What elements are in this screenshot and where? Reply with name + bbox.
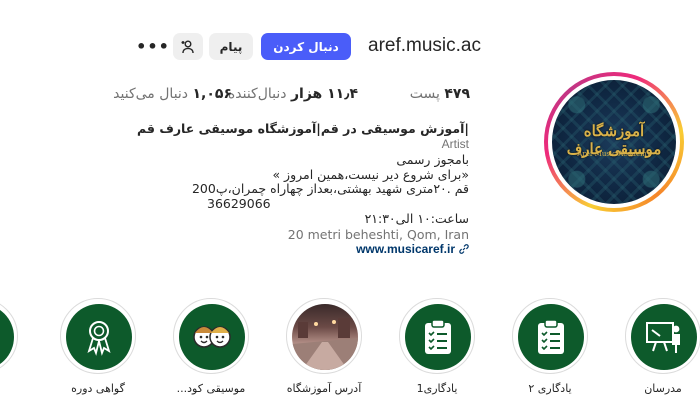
avatar-image: آموزشگاه موسیقی عارف Aref Music Academy xyxy=(552,80,676,204)
followers-count: ۱۱٫۴ هزار xyxy=(290,86,358,102)
bio-name: |آموزش موسیقی در قم|آموزشگاه موسیقی عارف… xyxy=(136,121,469,136)
bio-line: قم .۲۰متری شهید بهشتی،بعداز چهاراه چمران… xyxy=(191,181,469,196)
message-button[interactable]: پیام xyxy=(209,33,253,60)
followers-stat[interactable]: ۱۱٫۴ هزار دنبال‌کننده xyxy=(228,86,358,102)
bio-line: ساعت:۱۰ الی۲۱:۳۰ xyxy=(364,211,469,226)
bio-link[interactable]: www.musicaref.ir xyxy=(356,242,469,256)
following-label: دنبال می‌کنید xyxy=(113,86,189,102)
add-person-icon xyxy=(181,40,194,53)
bio-location[interactable]: 20 metri beheshti, Qom, Iran xyxy=(288,227,469,242)
clipboard-icon xyxy=(425,319,451,354)
posts-count: ۴۷۹ xyxy=(444,86,470,102)
posts-stat[interactable]: ۴۷۹ پست xyxy=(410,86,470,102)
profile-avatar[interactable]: آموزشگاه موسیقی عارف Aref Music Academy xyxy=(544,72,684,212)
bio-category: Artist xyxy=(441,137,469,151)
following-stat[interactable]: ۱,۰۵۶ دنبال می‌کنید xyxy=(113,86,232,102)
highlight-label: گواهی دوره xyxy=(71,382,125,395)
follow-button[interactable]: دنبال کردن xyxy=(261,33,351,60)
bio-line: بامجوز رسمی xyxy=(396,152,469,167)
clipboard-icon xyxy=(538,319,564,354)
highlight-label: مدرسان xyxy=(644,382,682,395)
street-scene-graphic xyxy=(292,318,358,370)
bio-phone: 36629066 xyxy=(207,196,271,211)
bio-line: «برای شروع دیر نیست،همین امروز » xyxy=(272,167,469,182)
avatar-logo-subtext: Aref Music Academy xyxy=(577,150,651,158)
medal-icon xyxy=(87,321,111,356)
highlight-label: یادگاری1 xyxy=(416,382,458,395)
bio-link-text: www.musicaref.ir xyxy=(356,242,455,256)
following-count: ۱,۰۵۶ xyxy=(192,86,233,102)
link-icon xyxy=(459,244,469,254)
suggest-user-button[interactable] xyxy=(173,33,203,60)
kids-faces-icon xyxy=(193,326,231,348)
more-options-button[interactable]: ••• xyxy=(136,34,169,58)
followers-label: دنبال‌کننده xyxy=(227,86,287,102)
highlight-label: موسیقی کود... xyxy=(176,382,246,395)
highlight-label: یادگاری ۲ xyxy=(528,382,572,395)
teacher-board-icon xyxy=(646,322,680,353)
street-photo xyxy=(292,304,358,370)
highlight-label: آدرس آموزشگاه xyxy=(286,382,362,395)
avatar-logo: آموزشگاه موسیقی عارف Aref Music Academy xyxy=(558,116,670,168)
profile-username: aref.music.ac xyxy=(368,35,481,56)
posts-label: پست xyxy=(409,86,440,102)
